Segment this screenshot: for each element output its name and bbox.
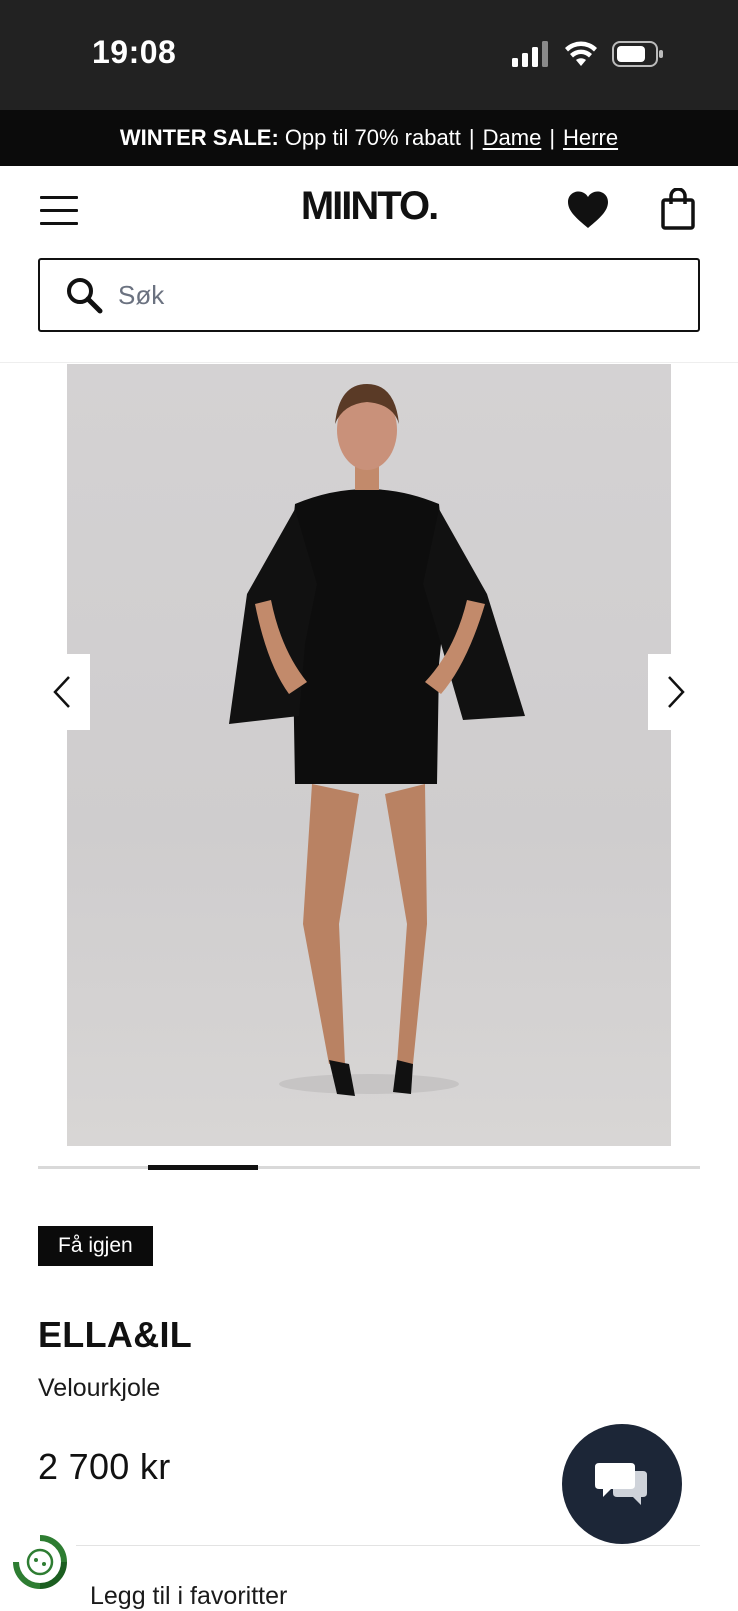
product-brand[interactable]: ELLA&IL — [38, 1314, 192, 1356]
wifi-icon — [565, 41, 597, 66]
sale-title: WINTER SALE: — [119, 125, 279, 150]
shopping-bag-icon[interactable] — [660, 188, 696, 230]
chevron-left-icon — [53, 676, 70, 708]
heart-icon[interactable] — [566, 190, 610, 230]
sale-banner: WINTER SALE: Opp til 70% rabatt | Dame |… — [0, 110, 738, 166]
product-photo-illustration — [229, 384, 525, 1096]
sale-link-dame[interactable]: Dame — [483, 125, 542, 151]
gallery-progress-track — [38, 1165, 700, 1170]
header-divider — [0, 362, 738, 363]
sale-link-herre[interactable]: Herre — [563, 125, 618, 151]
status-icons — [512, 38, 664, 70]
gallery-progress-indicator — [148, 1165, 258, 1170]
add-to-favorites-link[interactable]: Legg til i favoritter — [90, 1582, 287, 1611]
product-image[interactable] — [67, 364, 671, 1146]
product-price: 2 700 kr — [38, 1446, 171, 1487]
status-bar: 19:08 — [0, 0, 738, 110]
chat-button[interactable] — [562, 1424, 682, 1544]
gallery-next-button[interactable] — [648, 654, 704, 730]
signal-icon — [512, 41, 548, 67]
chat-bubbles-icon — [595, 1463, 647, 1505]
sale-separator: | — [468, 125, 475, 150]
miinto-logo[interactable]: MIINTO. — [0, 184, 738, 229]
battery-icon — [612, 41, 663, 67]
site-header: MIINTO. — [0, 166, 738, 254]
fa-igjen-badge: Få igjen — [38, 1226, 153, 1266]
sale-text: Opp til 70% rabatt — [284, 125, 461, 150]
search-input[interactable] — [118, 279, 678, 311]
search-icon — [67, 278, 103, 314]
product-gallery — [0, 364, 738, 1146]
product-name: Velourkjole — [38, 1374, 161, 1402]
search-box[interactable] — [38, 258, 700, 332]
bottom-divider — [76, 1545, 700, 1546]
sustainability-icon[interactable] — [12, 1534, 68, 1590]
status-time: 19:08 — [92, 34, 177, 70]
gallery-prev-button[interactable] — [34, 654, 90, 730]
sale-separator: | — [549, 125, 556, 150]
chevron-right-icon — [668, 676, 685, 708]
